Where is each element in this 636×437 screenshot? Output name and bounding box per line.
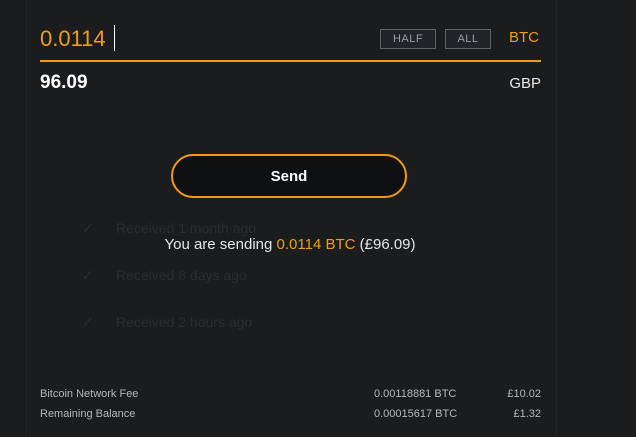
panel-divider (556, 0, 557, 437)
sending-summary: You are sending 0.0114 BTC (£96.09) (0, 236, 580, 253)
history-item-label: Received 8 days ago (116, 267, 247, 283)
fee-table: Bitcoin Network Fee 0.00118881 BTC £10.0… (40, 386, 541, 426)
fee-row-remaining: Remaining Balance 0.00015617 BTC £1.32 (40, 406, 541, 426)
summary-prefix: You are sending (164, 236, 277, 253)
history-item-label: Received 1 month ago (116, 220, 257, 236)
fee-label: Bitcoin Network Fee (40, 388, 139, 400)
fee-fiat-value: £10.02 (507, 388, 541, 400)
all-button[interactable]: ALL (445, 29, 491, 49)
check-icon: ✓ (82, 314, 94, 330)
fiat-currency-label: GBP (509, 75, 541, 92)
btc-currency-label: BTC (509, 29, 539, 46)
fiat-amount-row: 96.09 GBP (40, 70, 541, 98)
btc-amount-row: HALF ALL BTC (40, 18, 541, 62)
fee-btc-value: 0.00118881 BTC (374, 388, 457, 400)
check-icon: ✓ (82, 220, 94, 236)
fee-row-network: Bitcoin Network Fee 0.00118881 BTC £10.0… (40, 386, 541, 406)
btc-amount-input[interactable] (40, 24, 340, 54)
fee-fiat-value: £1.32 (513, 408, 541, 420)
half-button[interactable]: HALF (380, 29, 436, 49)
history-item: ✓ Received 2 hours ago (82, 314, 252, 331)
history-item: ✓ Received 8 days ago (82, 267, 247, 284)
fee-btc-value: 0.00015617 BTC (374, 408, 458, 420)
panel-divider (26, 0, 27, 437)
send-panel: HALF ALL BTC 96.09 GBP ✓ Received 1 month… (0, 0, 636, 437)
fee-label: Remaining Balance (40, 408, 136, 420)
check-icon: ✓ (82, 267, 94, 283)
send-button[interactable]: Send (171, 154, 407, 198)
text-cursor (114, 25, 115, 51)
history-item: ✓ Received 1 month ago (82, 220, 256, 237)
summary-fiat-amount: (£96.09) (355, 236, 416, 253)
history-item-label: Received 2 hours ago (116, 314, 253, 330)
summary-btc-amount: 0.0114 BTC (276, 236, 356, 253)
fiat-amount-value: 96.09 (40, 72, 88, 93)
